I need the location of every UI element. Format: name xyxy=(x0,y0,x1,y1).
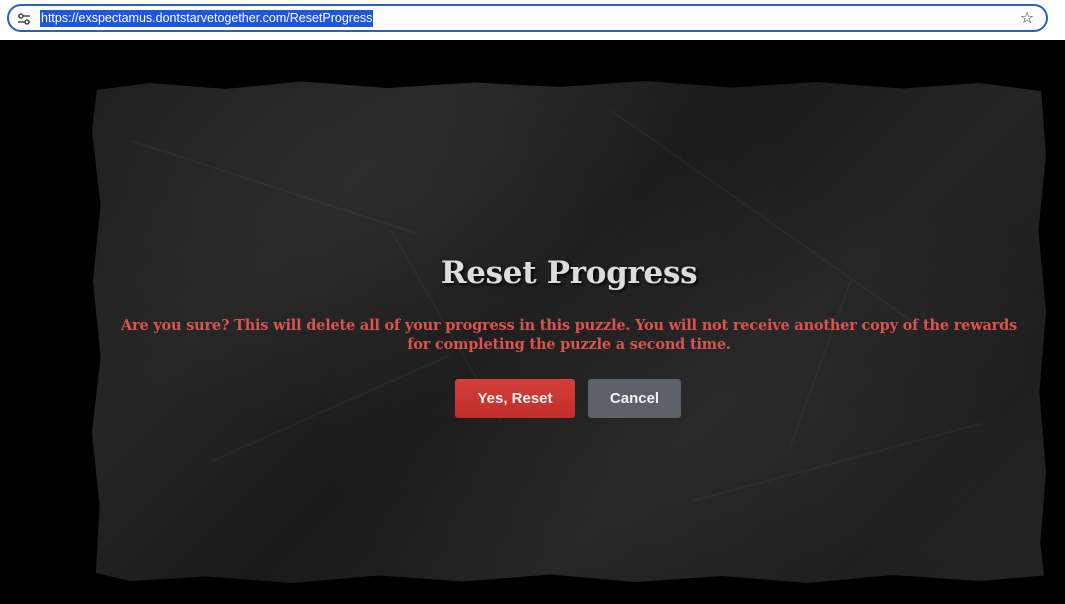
url-text[interactable]: https://exspectamus.dontstarvetogether.c… xyxy=(40,10,374,27)
tune-icon[interactable] xyxy=(17,11,31,25)
yes-reset-button[interactable]: Yes, Reset xyxy=(455,379,575,418)
page-title: Reset Progress xyxy=(440,255,698,291)
warning-message: Are you sure? This will delete all of yo… xyxy=(120,317,1018,353)
address-bar[interactable]: https://exspectamus.dontstarvetogether.c… xyxy=(7,4,1048,32)
browser-toolbar: https://exspectamus.dontstarvetogether.c… xyxy=(0,0,1065,40)
star-icon[interactable]: ☆ xyxy=(1018,8,1036,28)
cancel-button[interactable]: Cancel xyxy=(588,379,681,418)
